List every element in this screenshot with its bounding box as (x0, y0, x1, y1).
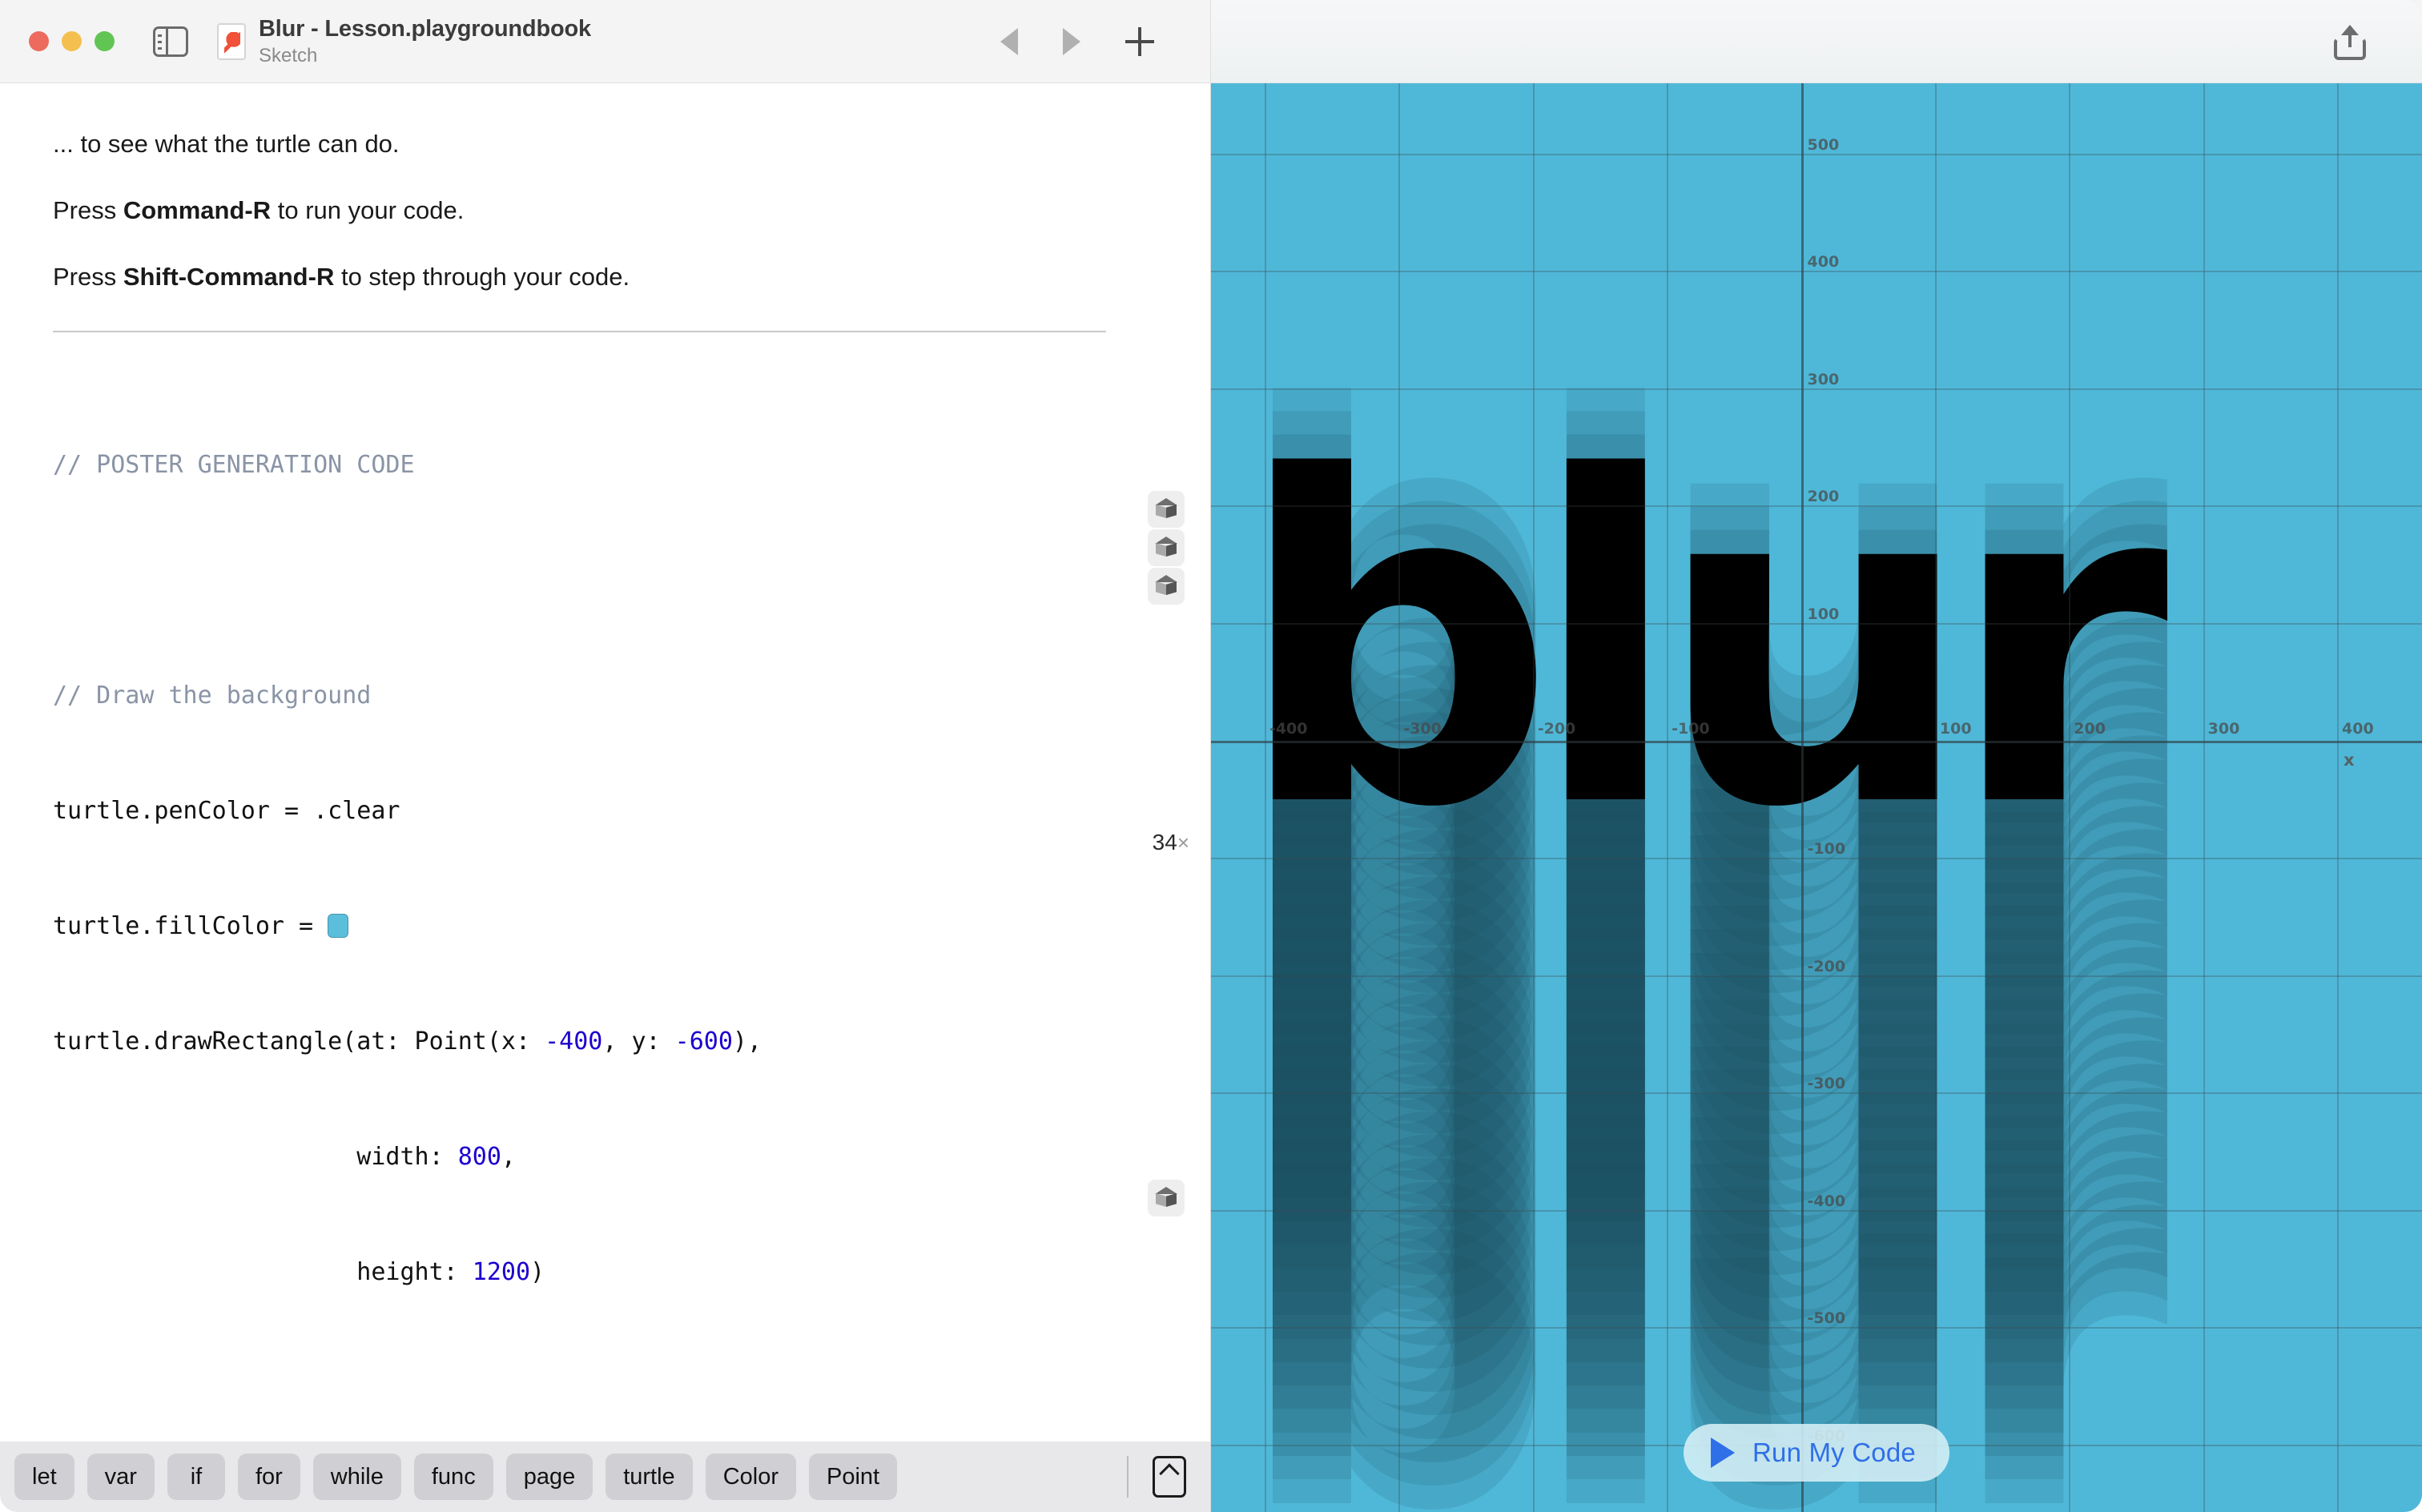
code-line[interactable] (0, 1369, 1210, 1407)
plus-icon[interactable] (1125, 26, 1154, 56)
document-title-group: Blur - Lesson.playgroundbook Sketch (259, 16, 591, 67)
code-line[interactable]: turtle.drawRectangle(at: Point(x: -400, … (0, 1023, 1210, 1061)
zoom-button[interactable] (95, 31, 115, 51)
color-swatch-fill[interactable] (328, 914, 349, 938)
prose-code-divider (53, 331, 1106, 332)
keyword-button-turtle[interactable]: turtle (606, 1454, 693, 1500)
live-view-pane: blur blur blur blur blur blur blur blur blur blur… (1211, 83, 2422, 1512)
minimize-button[interactable] (62, 31, 82, 51)
window-body: ... to see what the turtle can do. Press… (0, 83, 2422, 1512)
page-subtitle: Sketch (259, 44, 318, 66)
code-line[interactable]: // POSTER GENERATION CODE (0, 446, 1210, 485)
keyword-button-color[interactable]: Color (705, 1454, 797, 1500)
keyword-button-let[interactable]: let (14, 1454, 74, 1500)
share-icon[interactable] (2334, 23, 2366, 60)
source-code-block[interactable]: // POSTER GENERATION CODE // Draw the ba… (0, 369, 1210, 1442)
navigation-buttons (1000, 26, 1154, 56)
app-window: Blur - Lesson.playgroundbook Sketch ... … (0, 0, 2422, 1512)
turtle-canvas[interactable]: blur blur blur blur blur blur blur blur blur blur… (1211, 83, 2422, 1512)
run-my-code-label: Run My Code (1752, 1438, 1916, 1467)
code-line[interactable]: turtle.fillColor = (0, 907, 1210, 946)
title-bar-left: Blur - Lesson.playgroundbook Sketch (0, 0, 1211, 82)
prose-line-2: Press Command-R to run your code. (53, 196, 465, 224)
shortcut-command-r: Command-R (123, 196, 272, 224)
keyword-toolbar: let var if for while func page turtle Co… (0, 1442, 1210, 1512)
prose-line-1: ... to see what the turtle can do. (53, 130, 400, 158)
toolbar-divider (1127, 1456, 1129, 1498)
prose-line-3: Press Shift-Command-R to step through yo… (53, 263, 630, 291)
play-icon (1711, 1438, 1736, 1468)
code-line[interactable]: width: 800, (0, 1138, 1210, 1176)
shortcut-shift-command-r: Shift-Command-R (123, 263, 335, 291)
code-line[interactable]: turtle.penColor = .clear (0, 792, 1210, 830)
swift-document-icon (217, 22, 246, 60)
run-my-code-button[interactable]: Run My Code (1684, 1424, 1949, 1482)
code-editor-pane: ... to see what the turtle can do. Press… (0, 83, 1211, 1512)
turtle-canvas-drawing: blur blur blur blur blur blur blur blur blur blur… (1211, 83, 2422, 1512)
keyword-toolbar-right (1127, 1456, 1186, 1498)
code-line[interactable] (0, 561, 1210, 600)
traffic-lights (29, 31, 115, 51)
sidebar-toggle-icon[interactable] (153, 26, 188, 57)
keyword-button-for[interactable]: for (237, 1454, 300, 1500)
page-title: Blur - Lesson.playgroundbook (259, 15, 591, 42)
keyword-button-var[interactable]: var (86, 1454, 155, 1500)
keyword-button-func[interactable]: func (413, 1454, 493, 1500)
keyword-button-while[interactable]: while (312, 1454, 401, 1500)
chevron-up-in-box-icon[interactable] (1153, 1456, 1186, 1498)
close-button[interactable] (29, 31, 49, 51)
forward-triangle-icon[interactable] (1063, 27, 1080, 55)
keyword-button-point[interactable]: Point (809, 1454, 898, 1500)
title-bar: Blur - Lesson.playgroundbook Sketch (0, 0, 2422, 83)
title-bar-right (1211, 0, 2422, 82)
keyword-button-if[interactable]: if (167, 1454, 225, 1500)
editor-scroll-area[interactable]: ... to see what the turtle can do. Press… (0, 83, 1210, 1442)
keyword-button-page[interactable]: page (505, 1454, 593, 1500)
code-line[interactable]: height: 1200) (0, 1253, 1210, 1292)
keyword-buttons: let var if for while func page turtle Co… (14, 1454, 898, 1500)
poster-primary-text: blur (1235, 383, 2169, 906)
code-line[interactable]: // Draw the background (0, 677, 1210, 715)
lesson-prose: ... to see what the turtle can do. Press… (0, 131, 1210, 289)
back-triangle-icon[interactable] (1000, 27, 1018, 55)
